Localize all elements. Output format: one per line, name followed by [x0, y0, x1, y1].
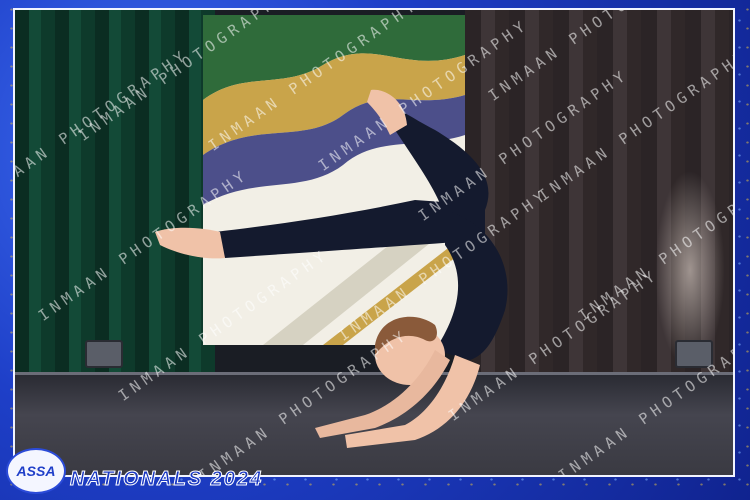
logo-text: ASSA: [16, 463, 56, 479]
assa-logo: ASSA: [6, 448, 66, 494]
event-title: NATIONALS 2024: [69, 468, 264, 491]
decorative-frame: INMAAN PHOTOGRAPHY INMAAN PHOTOGRAPHY IN…: [0, 0, 750, 500]
photo-border: [13, 8, 735, 477]
